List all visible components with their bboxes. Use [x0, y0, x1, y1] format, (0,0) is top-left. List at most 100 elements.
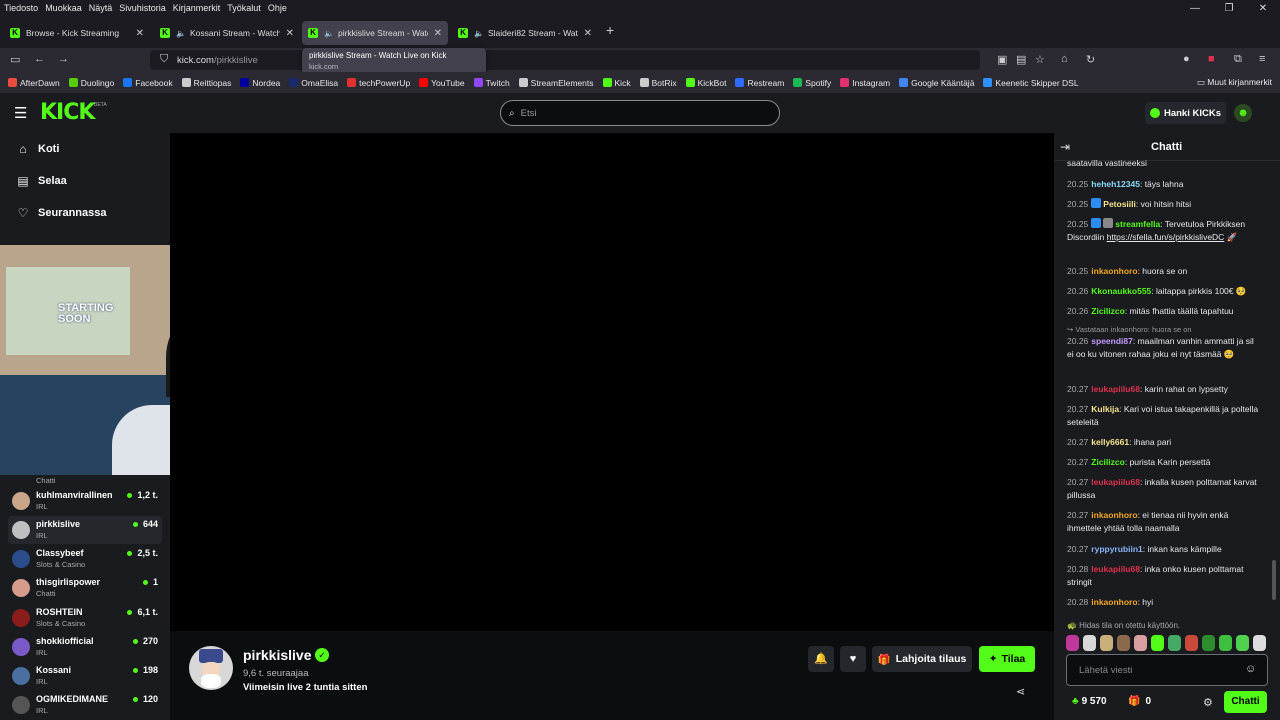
browser-tab[interactable]: K 🔈 Kossani Stream - Watch Live ✕ — [154, 21, 300, 45]
menu-item[interactable]: Ohje — [268, 3, 287, 13]
message-user[interactable]: Zicilizco — [1091, 306, 1125, 316]
bookmark-item[interactable]: Restream — [735, 78, 784, 88]
message-user[interactable]: heheh12345 — [1091, 179, 1140, 189]
site-info-icon[interactable]: ⛉ — [160, 53, 168, 66]
chat-input[interactable]: Lähetä viesti — [1066, 654, 1268, 686]
emote-icon[interactable] — [1066, 635, 1079, 651]
emote-icon[interactable] — [1117, 635, 1130, 651]
bookmark-item[interactable]: StreamElements — [518, 78, 594, 88]
close-tab-icon[interactable]: ✕ — [286, 28, 294, 39]
speaker-icon[interactable]: 🔈 — [474, 29, 484, 38]
emote-icon[interactable] — [1202, 635, 1215, 651]
close-tab-icon[interactable]: ✕ — [434, 28, 442, 39]
kicks-balance[interactable]: ♣ 9 570 — [1072, 696, 1107, 707]
message-user[interactable]: ryppyrubiin1 — [1091, 544, 1142, 554]
sidebar-item-home[interactable]: ⌂ Koti — [16, 142, 59, 156]
message-user[interactable]: inkaonhoro — [1091, 266, 1137, 276]
screenshot-icon[interactable]: ▣ — [997, 53, 1007, 66]
channel-item[interactable]: OGMIKEDIMANE IRL 120 — [8, 691, 162, 719]
bookmark-item[interactable]: Duolingo — [68, 78, 114, 88]
chat-settings-icon[interactable]: ⚙ — [1203, 696, 1213, 709]
address-bar[interactable] — [150, 50, 980, 70]
collapse-chat-icon[interactable]: ⇥ — [1060, 140, 1070, 154]
channel-item[interactable]: Classybeef Slots & Casino 2,5 t. — [8, 545, 162, 573]
emote-icon[interactable] — [1083, 635, 1096, 651]
bookmark-item[interactable]: KickBot — [685, 78, 726, 88]
message-user[interactable]: streamfella — [1115, 219, 1160, 229]
message-user[interactable]: speendi87 — [1091, 336, 1133, 346]
menu-item[interactable]: Tiedosto — [4, 3, 38, 13]
browser-tab-active[interactable]: K 🔈 pirkkislive Stream - Watch ✕ — [302, 21, 448, 45]
emote-icon[interactable] — [1253, 635, 1266, 651]
message-link[interactable]: https://sfella.fun/s/pirkkisliveDC — [1107, 232, 1225, 242]
menu-item[interactable]: Muokkaa — [45, 3, 82, 13]
emote-icon[interactable] — [1185, 635, 1198, 651]
new-tab-button[interactable]: + — [606, 22, 614, 38]
speaker-icon[interactable]: 🔈 — [324, 29, 334, 38]
bookmark-item[interactable]: OmaElisa — [289, 78, 338, 88]
subscribe-button[interactable]: ✦ Tilaa — [979, 646, 1035, 672]
message-user[interactable]: inkaonhoro — [1091, 597, 1137, 607]
channel-item[interactable]: shokkiofficial IRL 270 — [8, 633, 162, 661]
channel-item[interactable]: Kossani IRL 198 — [8, 662, 162, 690]
profile-icon[interactable]: ● — [1183, 53, 1190, 65]
user-avatar[interactable]: ☻ — [1234, 104, 1252, 122]
bookmark-item[interactable]: Google Kääntäjä — [899, 78, 974, 88]
emote-icon[interactable] — [1151, 635, 1164, 651]
close-tab-icon[interactable]: ✕ — [136, 28, 144, 39]
sidebar-item-browse[interactable]: ▤ Selaa — [16, 174, 66, 188]
message-user[interactable]: Kkonaukko555 — [1091, 286, 1151, 296]
channel-item[interactable]: ROSHTEIN Slots & Casino 6,1 t. — [8, 604, 162, 632]
share-icon[interactable]: ⋖ — [1016, 685, 1025, 698]
other-bookmarks[interactable]: ▭ Muut kirjanmerkit — [1197, 77, 1272, 88]
message-user[interactable]: leukapiilu68 — [1091, 477, 1140, 487]
bookmark-item[interactable]: Instagram — [840, 78, 890, 88]
bookmark-item[interactable]: BotRix — [639, 78, 677, 88]
follow-button[interactable]: ♥ — [840, 646, 866, 672]
search-input[interactable]: ⌕ Etsi — [500, 100, 780, 126]
sidebar-item-following[interactable]: ♡ Seurannassa — [16, 206, 107, 220]
bookmark-item[interactable]: Facebook — [123, 78, 173, 88]
home-icon[interactable]: ⌂ — [1061, 53, 1068, 65]
emote-icon[interactable] — [1168, 635, 1181, 651]
reload-icon[interactable]: ↻ — [1086, 53, 1095, 66]
send-chat-button[interactable]: Chatti — [1224, 691, 1267, 713]
extension-badge-icon[interactable]: ■ — [1208, 53, 1215, 65]
streamer-avatar[interactable] — [189, 646, 233, 690]
speaker-icon[interactable]: 🔈 — [176, 29, 186, 38]
close-window-button[interactable]: ✕ — [1246, 3, 1280, 14]
bookmark-item[interactable]: Kick — [602, 78, 631, 88]
forward-icon[interactable]: → — [58, 53, 69, 65]
channel-item[interactable]: kuhlmanvirallinen IRL 1,2 t. — [8, 487, 162, 515]
get-kicks-button[interactable]: Hanki KICKs — [1145, 102, 1226, 124]
message-user[interactable]: Kulkija — [1091, 404, 1119, 414]
emote-icon[interactable] — [1236, 635, 1249, 651]
message-user[interactable]: kelly6661 — [1091, 437, 1129, 447]
gift-sub-button[interactable]: 🎁 Lahjoita tilaus — [872, 646, 972, 672]
menu-item[interactable]: Näytä — [89, 3, 113, 13]
bookmark-item[interactable]: techPowerUp — [347, 78, 410, 88]
channel-item[interactable]: thisgirlispower Chatti 1 — [8, 574, 162, 602]
bookmark-item[interactable]: Nordea — [240, 78, 280, 88]
close-tab-icon[interactable]: ✕ — [584, 28, 592, 39]
emote-icon[interactable] — [1100, 635, 1113, 651]
menu-item[interactable]: Työkalut — [227, 3, 261, 13]
chat-scrollbar[interactable] — [1272, 560, 1276, 600]
browser-tab[interactable]: K 🔈 Slaideri82 Stream - Watch L ✕ — [452, 21, 598, 45]
bookmark-item[interactable]: Twitch — [473, 78, 510, 88]
url-text[interactable]: kick.com/pirkkislive — [177, 55, 258, 66]
video-player[interactable] — [170, 133, 1054, 631]
bookmark-item[interactable]: Reittiopas — [181, 78, 231, 88]
hamburger-menu-icon[interactable]: ☰ — [14, 104, 27, 122]
message-user[interactable]: inkaonhoro — [1091, 510, 1137, 520]
minimize-button[interactable]: — — [1178, 3, 1212, 14]
message-user[interactable]: leukapiilu68 — [1091, 384, 1140, 394]
gift-balance[interactable]: 🎁 0 — [1128, 696, 1151, 707]
back-icon[interactable]: ← — [34, 53, 45, 65]
maximize-button[interactable]: ❐ — [1212, 3, 1246, 14]
streamer-name[interactable]: pirkkislive — [243, 647, 312, 663]
reader-icon[interactable]: ▤ — [1016, 53, 1026, 66]
bookmark-star-icon[interactable]: ☆ — [1035, 53, 1045, 66]
emote-icon[interactable] — [1219, 635, 1232, 651]
bookmark-item[interactable]: Spotify — [793, 78, 831, 88]
